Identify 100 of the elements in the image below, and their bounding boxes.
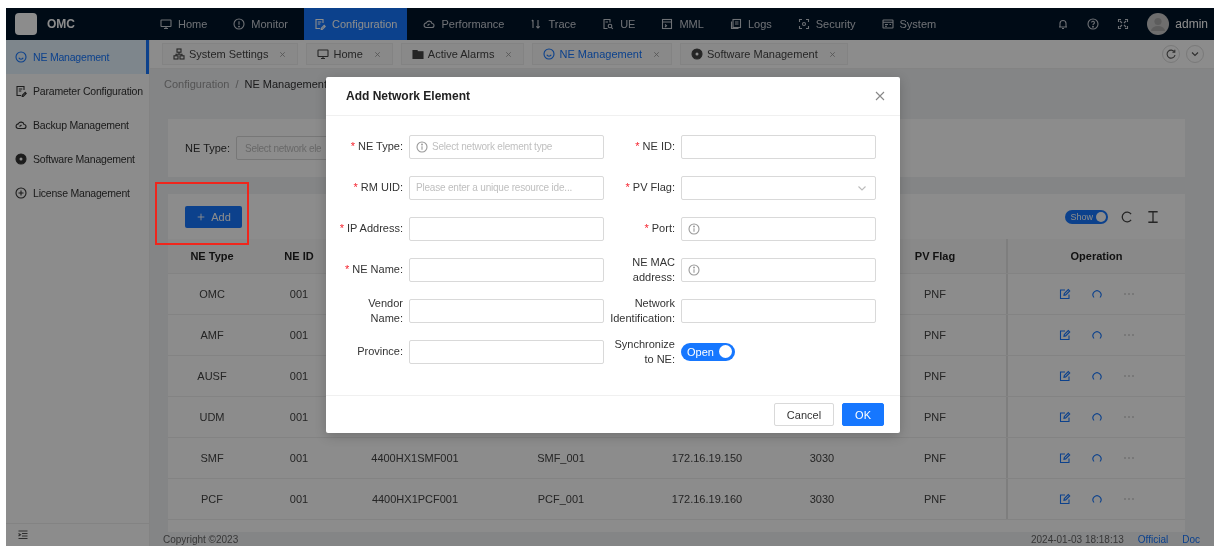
- refresh-icon[interactable]: [1090, 329, 1103, 341]
- add-button[interactable]: Add: [185, 206, 242, 228]
- field-label: Synchronize to NE:: [613, 337, 675, 366]
- table-cell: PNF: [924, 370, 946, 382]
- page-tab[interactable]: Active Alarms: [400, 43, 525, 65]
- window-icon: [661, 18, 674, 30]
- page-tab[interactable]: NE Management: [532, 43, 672, 65]
- menu-fold-icon[interactable]: [17, 529, 29, 541]
- menu-item[interactable]: Home: [150, 8, 218, 40]
- help-icon[interactable]: [1087, 18, 1100, 30]
- cancel-button[interactable]: Cancel: [773, 403, 835, 426]
- copyright-text: Copyright ©2023: [163, 533, 239, 545]
- sidebar-item[interactable]: License Management: [6, 176, 149, 210]
- nodes-icon: [173, 48, 185, 60]
- close-icon[interactable]: [372, 49, 382, 59]
- table-cell: UDM: [199, 411, 225, 423]
- table-cell: 3030: [809, 493, 835, 505]
- refresh-icon[interactable]: [1090, 452, 1103, 464]
- folder-icon: [411, 48, 424, 60]
- table-cell: AMF: [200, 329, 224, 341]
- page-tab[interactable]: System Settings: [162, 43, 299, 65]
- alert-icon: [233, 18, 246, 30]
- sidebar-item[interactable]: NE Management: [6, 40, 149, 74]
- input-field[interactable]: [409, 216, 604, 241]
- page-tab[interactable]: Home: [306, 43, 393, 65]
- close-icon[interactable]: [504, 49, 514, 59]
- table-cell: PCF: [201, 493, 223, 505]
- input-field[interactable]: [681, 298, 876, 323]
- table-cell: 001: [289, 411, 309, 423]
- ok-button[interactable]: OK: [842, 403, 884, 426]
- input-field[interactable]: [409, 298, 604, 323]
- field-label: NE Type:: [185, 142, 231, 154]
- close-icon[interactable]: [874, 90, 886, 102]
- close-icon[interactable]: [827, 49, 837, 59]
- input-field[interactable]: [681, 134, 876, 159]
- table-cell: 3030: [809, 452, 835, 464]
- plus-circle-icon: [15, 187, 27, 199]
- disc-icon: [15, 153, 27, 165]
- refresh-icon[interactable]: [1090, 493, 1103, 505]
- timestamp: 2024-01-03 18:18:13: [1030, 533, 1124, 545]
- bell-icon[interactable]: [1057, 18, 1070, 30]
- table-cell: 172.16.19.150: [671, 452, 743, 464]
- app-title: OMC: [47, 17, 75, 31]
- smile-icon: [543, 48, 556, 60]
- edit-icon[interactable]: [1058, 370, 1071, 382]
- refresh-icon[interactable]: [1090, 411, 1103, 423]
- input-field[interactable]: [409, 257, 604, 282]
- toggle-switch[interactable]: Open: [681, 342, 735, 361]
- menu-item[interactable]: System: [871, 8, 947, 40]
- close-icon[interactable]: [278, 49, 288, 59]
- edit-icon[interactable]: [1058, 288, 1071, 300]
- fullscreen-icon[interactable]: [1117, 18, 1130, 30]
- input-field[interactable]: [409, 339, 604, 364]
- reload-icon[interactable]: [1120, 210, 1134, 224]
- breadcrumb-separator: /: [235, 78, 239, 90]
- table-cell: OMC: [199, 288, 225, 300]
- sidebar-item[interactable]: Backup Management: [6, 108, 149, 142]
- table-cell: PNF: [924, 452, 946, 464]
- avatar[interactable]: [1147, 13, 1170, 35]
- menu-item[interactable]: MML: [651, 8, 714, 40]
- edit-icon[interactable]: [1058, 411, 1071, 423]
- reload-icon: [1165, 48, 1177, 60]
- input-field[interactable]: Please enter a unique resource ide...: [409, 175, 604, 200]
- select-field[interactable]: [681, 175, 876, 200]
- menu-item[interactable]: Monitor: [223, 8, 299, 40]
- table-cell: 001: [289, 370, 309, 382]
- required-mark: *: [644, 222, 649, 235]
- menu-item[interactable]: Performance: [413, 8, 515, 40]
- menu-item[interactable]: UE: [592, 8, 646, 40]
- user-name[interactable]: admin: [1175, 17, 1208, 31]
- input-field[interactable]: Select network element type: [409, 134, 604, 159]
- footer-link[interactable]: Official: [1137, 533, 1169, 545]
- menu-item[interactable]: Security: [787, 8, 866, 40]
- footer-link[interactable]: Doc: [1182, 533, 1200, 545]
- page-tab[interactable]: Software Management: [680, 43, 848, 65]
- refresh-icon[interactable]: [1090, 288, 1103, 300]
- field-label: Province:: [357, 344, 403, 359]
- plus-icon: [196, 212, 207, 222]
- field-label: Port:: [651, 221, 675, 236]
- dropdown-button[interactable]: [1186, 45, 1204, 63]
- row-height-icon[interactable]: [1146, 210, 1160, 224]
- edit-icon[interactable]: [1058, 452, 1071, 464]
- field-label: PV Flag:: [632, 180, 675, 195]
- menu-item[interactable]: Trace: [520, 8, 587, 40]
- document-icon: [314, 18, 327, 30]
- close-icon[interactable]: [652, 49, 661, 59]
- input-field[interactable]: [681, 257, 876, 282]
- sidebar-item[interactable]: Parameter Configuration: [6, 74, 149, 108]
- menu-item[interactable]: Configuration: [304, 8, 408, 40]
- menu-item[interactable]: Logs: [719, 8, 782, 40]
- sidebar-item[interactable]: Software Management: [6, 142, 149, 176]
- show-toggle[interactable]: Show: [1065, 210, 1108, 224]
- reload-button[interactable]: [1162, 45, 1180, 63]
- field-label: NE Name:: [352, 262, 403, 277]
- files-icon: [729, 18, 742, 30]
- required-mark: *: [350, 140, 355, 153]
- input-field[interactable]: [681, 216, 876, 241]
- edit-icon[interactable]: [1058, 493, 1071, 505]
- edit-icon[interactable]: [1058, 329, 1071, 341]
- refresh-icon[interactable]: [1090, 370, 1103, 382]
